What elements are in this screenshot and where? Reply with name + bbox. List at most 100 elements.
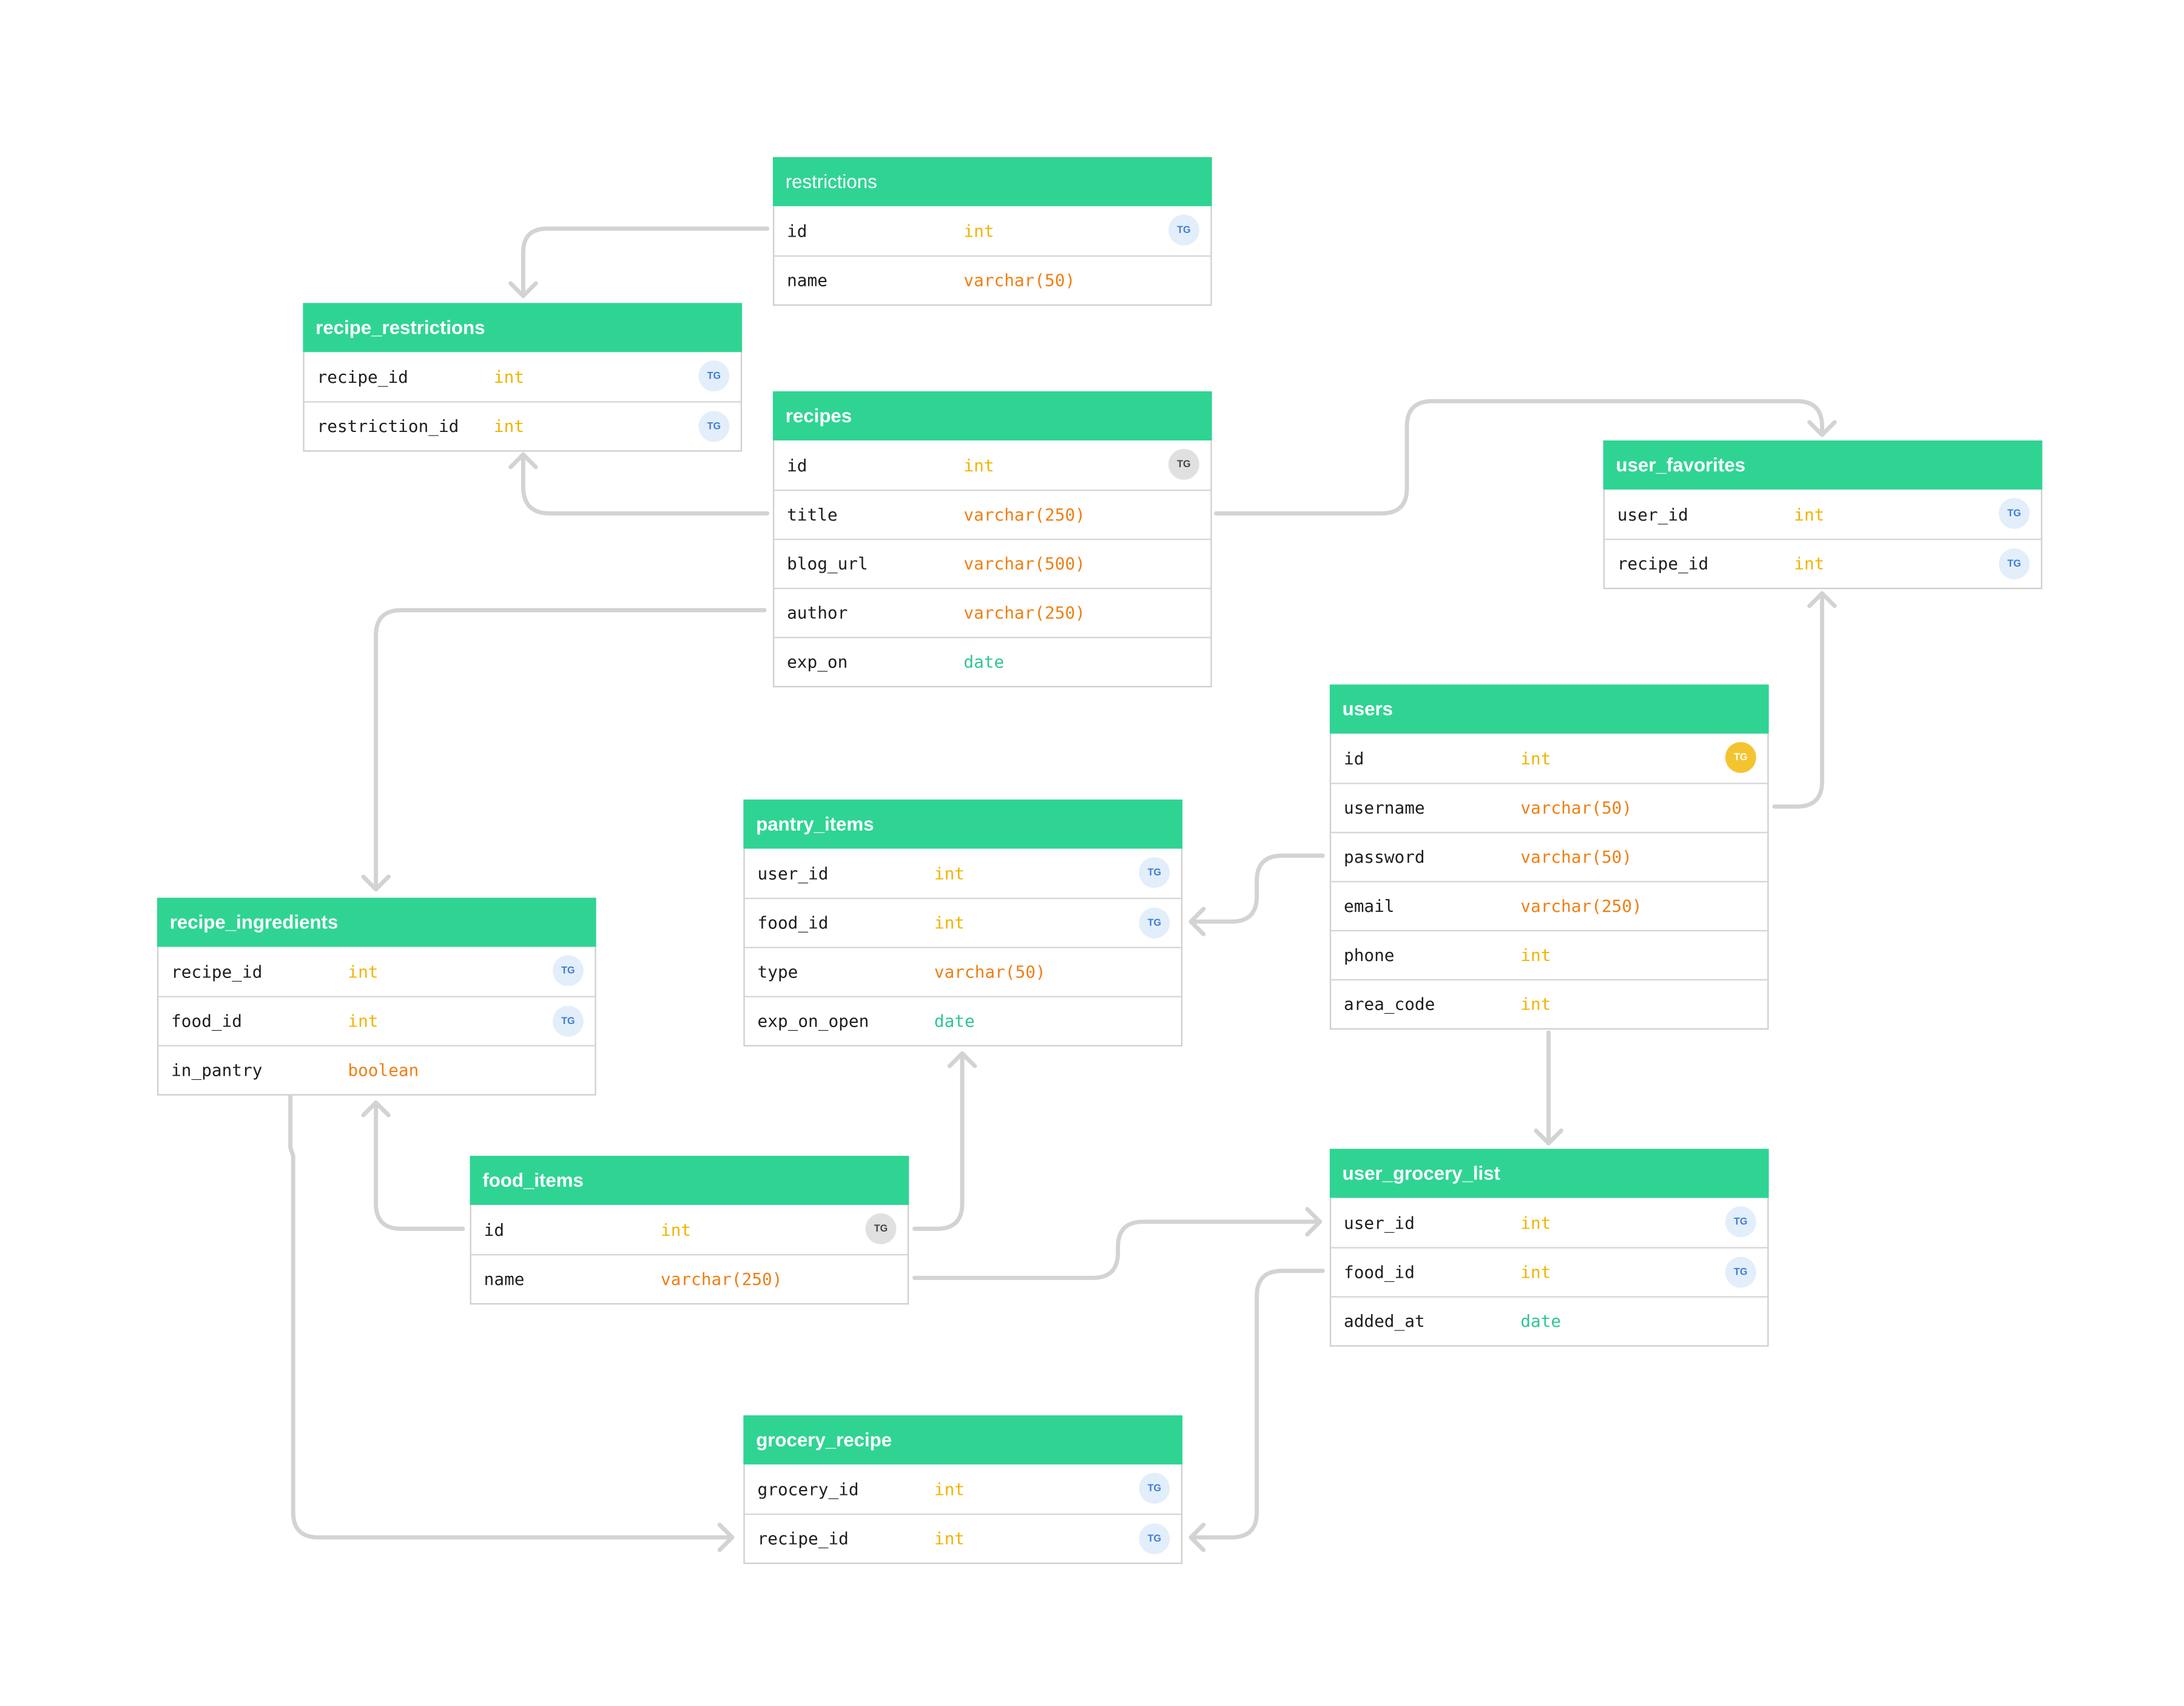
column-type: varchar(250) <box>660 1269 783 1289</box>
column-row[interactable]: name varchar(250) <box>471 1254 908 1303</box>
table-grocery-recipe[interactable]: grocery_recipe grocery_id int TG recipe_id in… <box>743 1415 1183 1564</box>
column-name: phone <box>1343 945 1395 965</box>
table-recipes[interactable]: recipes id int TG title varchar(250) blog_url v… <box>772 391 1212 687</box>
column-name: type <box>757 962 798 982</box>
column-row[interactable]: exp_on date <box>774 636 1211 686</box>
column-type: int <box>493 416 525 437</box>
erd-canvas: restrictions id int TG name varchar(50) recipe… <box>0 0 2184 1706</box>
table-title[interactable]: restrictions <box>772 157 1212 206</box>
column-row[interactable]: id int TG <box>1331 733 1767 783</box>
column-row[interactable]: author varchar(250) <box>774 587 1211 637</box>
column-row[interactable]: user_id int TG <box>1331 1198 1767 1247</box>
column-name: title <box>787 505 838 525</box>
column-name: user_id <box>1617 504 1688 524</box>
column-row[interactable]: recipe_id int TG <box>158 947 595 996</box>
column-name: user_id <box>1343 1212 1415 1233</box>
column-name: recipe_id <box>171 961 263 982</box>
column-type: varchar(50) <box>963 271 1076 291</box>
column-row[interactable]: blog_url varchar(500) <box>774 538 1211 588</box>
column-row[interactable]: area_code int <box>1331 979 1768 1028</box>
column-row[interactable]: exp_on_open date <box>744 996 1181 1045</box>
column-name: added_at <box>1343 1311 1425 1332</box>
table-title[interactable]: recipe_restrictions <box>303 303 743 352</box>
column-type: int <box>1520 748 1551 768</box>
column-type: varchar(250) <box>963 505 1085 525</box>
table-recipe-restrictions[interactable]: recipe_restrictions recipe_id int TG restric… <box>303 303 743 452</box>
table-user-grocery-list[interactable]: user_grocery_list user_id int TG food_id int T… <box>1329 1148 1769 1347</box>
tag-badge: TG <box>1139 1523 1170 1554</box>
table-restrictions[interactable]: restrictions id int TG name varchar(50) <box>772 157 1212 306</box>
column-row[interactable]: name varchar(50) <box>774 255 1211 305</box>
column-type: int <box>1794 504 1825 524</box>
column-row[interactable]: food_id int TG <box>1331 1247 1768 1296</box>
column-type: int <box>934 1479 965 1499</box>
table-title[interactable]: food_items <box>470 1156 909 1205</box>
column-row[interactable]: recipe_id int TG <box>1605 538 2041 588</box>
table-users[interactable]: users id int TG username varchar(50) password v… <box>1329 684 1769 1030</box>
column-row[interactable]: added_at date <box>1331 1296 1768 1345</box>
link-food-items-user-grocery-list <box>912 1219 1323 1280</box>
column-row[interactable]: id int TG <box>774 206 1210 255</box>
column-row[interactable]: id int TG <box>774 440 1210 490</box>
column-row[interactable]: restriction_id int TG <box>304 401 741 450</box>
table-title[interactable]: users <box>1329 684 1769 734</box>
column-row[interactable]: phone int <box>1331 929 1768 979</box>
column-row[interactable]: recipe_id int TG <box>305 352 741 401</box>
column-row[interactable]: email varchar(250) <box>1331 880 1768 930</box>
tag-badge: TG <box>698 360 730 392</box>
column-row[interactable]: type varchar(50) <box>744 946 1181 996</box>
tag-badge: TG <box>1725 1256 1756 1288</box>
tag-badge: TG <box>1725 1206 1756 1238</box>
column-row[interactable]: id int TG <box>471 1205 908 1254</box>
column-name: recipe_id <box>317 366 408 386</box>
column-type: varchar(50) <box>934 962 1046 982</box>
column-name: id <box>787 221 807 241</box>
tag-badge: TG <box>698 411 730 442</box>
link-food-items-recipe-ingredients <box>374 1100 465 1231</box>
column-type: boolean <box>348 1060 419 1081</box>
column-row[interactable]: password varchar(50) <box>1331 832 1768 881</box>
column-type: int <box>660 1219 692 1239</box>
column-type: varchar(250) <box>1520 896 1642 916</box>
column-row[interactable]: title varchar(250) <box>774 489 1211 539</box>
table-pantry-items[interactable]: pantry_items user_id int TG food_id int TG type… <box>743 799 1183 1047</box>
column-row[interactable]: food_id int TG <box>744 897 1181 947</box>
column-type: int <box>934 913 965 933</box>
column-row[interactable]: recipe_id int TG <box>744 1513 1181 1563</box>
table-title[interactable]: recipe_ingredients <box>157 897 596 947</box>
table-title[interactable]: recipes <box>772 391 1212 440</box>
tag-badge: TG <box>1725 742 1756 773</box>
table-title[interactable]: pantry_items <box>743 799 1183 849</box>
table-food-items[interactable]: food_items id int TG name varchar(250) <box>470 1156 909 1305</box>
column-type: varchar(250) <box>963 603 1085 623</box>
column-row[interactable]: username varchar(50) <box>1331 783 1768 832</box>
column-type: int <box>934 863 965 883</box>
tag-badge: TG <box>1139 857 1170 888</box>
table-recipe-ingredients[interactable]: recipe_ingredients recipe_id int TG food_id i… <box>157 897 596 1096</box>
column-row[interactable]: grocery_id int TG <box>745 1465 1181 1514</box>
column-row[interactable]: user_id int TG <box>745 849 1181 898</box>
column-name: author <box>787 603 848 623</box>
table-title[interactable]: user_grocery_list <box>1329 1148 1769 1198</box>
link-users-user-favorites <box>1772 591 1824 809</box>
column-name: food_id <box>171 1011 243 1031</box>
tag-badge: TG <box>552 1005 584 1037</box>
column-row[interactable]: food_id int TG <box>158 996 595 1045</box>
tag-badge: TG <box>1168 448 1199 480</box>
table-title[interactable]: grocery_recipe <box>743 1415 1183 1465</box>
column-name: id <box>787 455 807 475</box>
column-type: int <box>963 221 994 241</box>
column-type: date <box>934 1011 975 1031</box>
column-name: food_id <box>757 913 829 933</box>
tag-badge: TG <box>1139 1472 1170 1504</box>
table-user-favorites[interactable]: user_favorites user_id int TG recipe_id int TG <box>1603 440 2043 590</box>
link-recipes-recipe-ingredients <box>374 608 767 892</box>
column-type: int <box>1520 994 1551 1014</box>
column-name: exp_on_open <box>757 1011 869 1031</box>
column-row[interactable]: user_id int TG <box>1605 490 2041 539</box>
column-name: grocery_id <box>757 1479 859 1499</box>
table-title[interactable]: user_favorites <box>1603 440 2043 490</box>
column-name: recipe_id <box>1617 554 1709 574</box>
column-name: name <box>787 271 827 291</box>
column-row[interactable]: in_pantry boolean <box>158 1045 595 1094</box>
